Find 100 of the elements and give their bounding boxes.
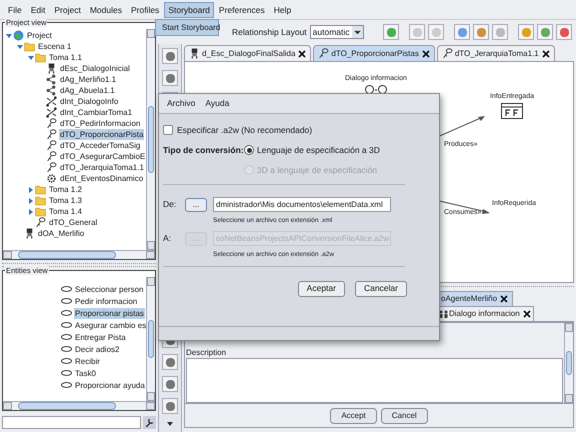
dialog-button[interactable]: Cancelar (354, 280, 407, 297)
tree-item[interactable]: dInt_DialogoInfo (59, 96, 120, 107)
entity-item[interactable]: Proporcionar pistas (74, 308, 145, 318)
tree-item[interactable]: Toma 1.3 (48, 195, 83, 206)
expanded-toggle-icon[interactable] (16, 42, 24, 50)
menu-item[interactable]: Project (50, 2, 85, 18)
menu-item[interactable]: Modules (86, 2, 126, 18)
tree-item[interactable]: dTO_General (48, 217, 98, 228)
collapsed-toggle-icon[interactable] (27, 208, 35, 216)
form-icon (500, 102, 523, 118)
key-icon (46, 140, 57, 151)
entity-item[interactable]: Task0 (74, 368, 97, 378)
folder-icon (35, 52, 46, 63)
menu-item[interactable]: Storyboard (164, 2, 214, 18)
entity-item[interactable]: Entregar Pista (74, 332, 127, 342)
layout-label: Relationship Layout (232, 26, 307, 38)
tree-item[interactable]: Toma 1.4 (48, 206, 83, 217)
description-field[interactable] (186, 358, 563, 403)
entity-item[interactable]: Asegurar cambio es (74, 320, 146, 330)
menu-item[interactable]: Ayuda (205, 97, 230, 110)
entity-item[interactable]: Decir adios2 (74, 344, 120, 354)
network-icon (46, 74, 57, 85)
close-icon[interactable] (422, 50, 430, 58)
key-icon (46, 129, 57, 140)
path-field: osNetBeansProjectsAPIConversionFileAlice.a2w (213, 231, 391, 246)
tree-item[interactable]: dInt_CambiarToma1 (59, 107, 134, 118)
horizontal-scrollbar[interactable] (3, 250, 155, 259)
tree-item[interactable]: dTO_AsegurarCambioE (59, 151, 146, 162)
browse-button: ... (185, 232, 207, 246)
menu-item[interactable]: Edit (26, 2, 50, 18)
menu-item[interactable]: Help (270, 2, 296, 18)
close-icon[interactable] (542, 50, 550, 58)
path-field[interactable]: dministrador\Mis documentos\elementData.xml (213, 197, 391, 212)
tree-item[interactable]: dEsc_DialogoInicial (59, 63, 131, 74)
menu-entry[interactable]: Start Storyboard (156, 20, 218, 35)
ellipse-icon (61, 286, 72, 292)
arrows-icon (46, 107, 57, 118)
key-icon (46, 118, 57, 129)
dialog-button[interactable]: Accept (330, 408, 377, 424)
search-field[interactable] (2, 416, 141, 428)
key-icon (442, 48, 453, 59)
menu-item[interactable]: Preferences (214, 2, 269, 18)
collapsed-toggle-icon[interactable] (27, 186, 35, 194)
editor-tab[interactable]: dTO_JerarquiaToma1.1 (436, 45, 555, 61)
vertical-scrollbar[interactable] (146, 29, 155, 250)
folder-icon (35, 206, 46, 217)
tree-item[interactable]: dTO_JerarquiaToma1.1 (59, 162, 145, 173)
tree-item[interactable]: Escena 1 (37, 41, 72, 52)
key-icon (35, 217, 46, 228)
tree-item[interactable]: dAg_Merliño1.1 (59, 74, 118, 85)
gear-icon (46, 173, 57, 184)
dialog-button[interactable]: Aceptar (298, 280, 345, 297)
conversion-label: Tipo de conversión: (163, 144, 241, 156)
entity-item[interactable]: Recibir (74, 356, 101, 366)
checkbox[interactable] (163, 125, 173, 136)
expanded-toggle-icon[interactable] (5, 32, 13, 40)
tree-item[interactable]: dEnt_EventosDinamico (59, 173, 144, 184)
ellipse-icon (61, 382, 72, 388)
people-icon (439, 310, 448, 318)
close-icon[interactable] (298, 50, 306, 58)
tab-label: dTO_JerarquiaToma1.1 (454, 48, 539, 60)
tree-item[interactable]: dOA_Merlifio (37, 228, 86, 239)
tree-item[interactable]: Toma 1.2 (48, 184, 83, 195)
ellipse-icon (61, 322, 72, 328)
radio-button[interactable] (244, 145, 254, 156)
menu-item[interactable]: File (4, 2, 26, 18)
radio-label: 3D a lenguaje de especificación (257, 164, 378, 176)
caret-icon[interactable] (165, 420, 175, 428)
folder-icon (24, 41, 35, 52)
tree-item[interactable]: dTO_PedirInformacion (59, 118, 142, 129)
ellipse-icon (61, 298, 72, 304)
dialog-button[interactable]: Cancel (380, 408, 428, 424)
tree-item[interactable]: dAg_Abuela1.1 (59, 85, 116, 96)
key-icon (318, 48, 330, 59)
entity-item[interactable]: Seleccionar person (74, 284, 144, 294)
layout-dropdown[interactable]: automatic (310, 25, 364, 39)
vertical-scrollbar[interactable] (564, 323, 573, 403)
close-icon[interactable] (500, 295, 508, 303)
globe-icon (13, 30, 24, 41)
expanded-toggle-icon[interactable] (27, 54, 35, 62)
ellipse-icon (61, 310, 72, 316)
editor-tab[interactable]: d_Esc_DialogoFinalSalida (184, 45, 312, 61)
close-icon[interactable] (522, 310, 531, 318)
menu-item[interactable]: Archivo (167, 97, 196, 110)
horizontal-scrollbar[interactable] (3, 401, 155, 410)
entity-item[interactable]: Pedir informacion (74, 296, 138, 306)
key-icon (46, 162, 57, 173)
tree-item[interactable]: dTO_ProporcionarPista (59, 129, 144, 140)
tree-item[interactable]: Project (26, 30, 53, 41)
menu-item[interactable]: Profiles (126, 2, 164, 18)
tab-label: dTO_ProporcionarPistas (331, 48, 419, 60)
ellipse-icon (61, 370, 72, 376)
arrows-icon (46, 96, 57, 107)
tree-item[interactable]: Toma 1.1 (48, 52, 83, 63)
editor-tab[interactable]: dTO_ProporcionarPistas (313, 45, 435, 61)
tree-item[interactable]: dTO_AccederTomaSig (59, 140, 142, 151)
vertical-scrollbar[interactable] (146, 277, 155, 401)
collapsed-toggle-icon[interactable] (27, 196, 35, 204)
entity-item[interactable]: Proporcionar ayuda (74, 380, 146, 390)
browse-button[interactable]: ... (185, 198, 207, 212)
